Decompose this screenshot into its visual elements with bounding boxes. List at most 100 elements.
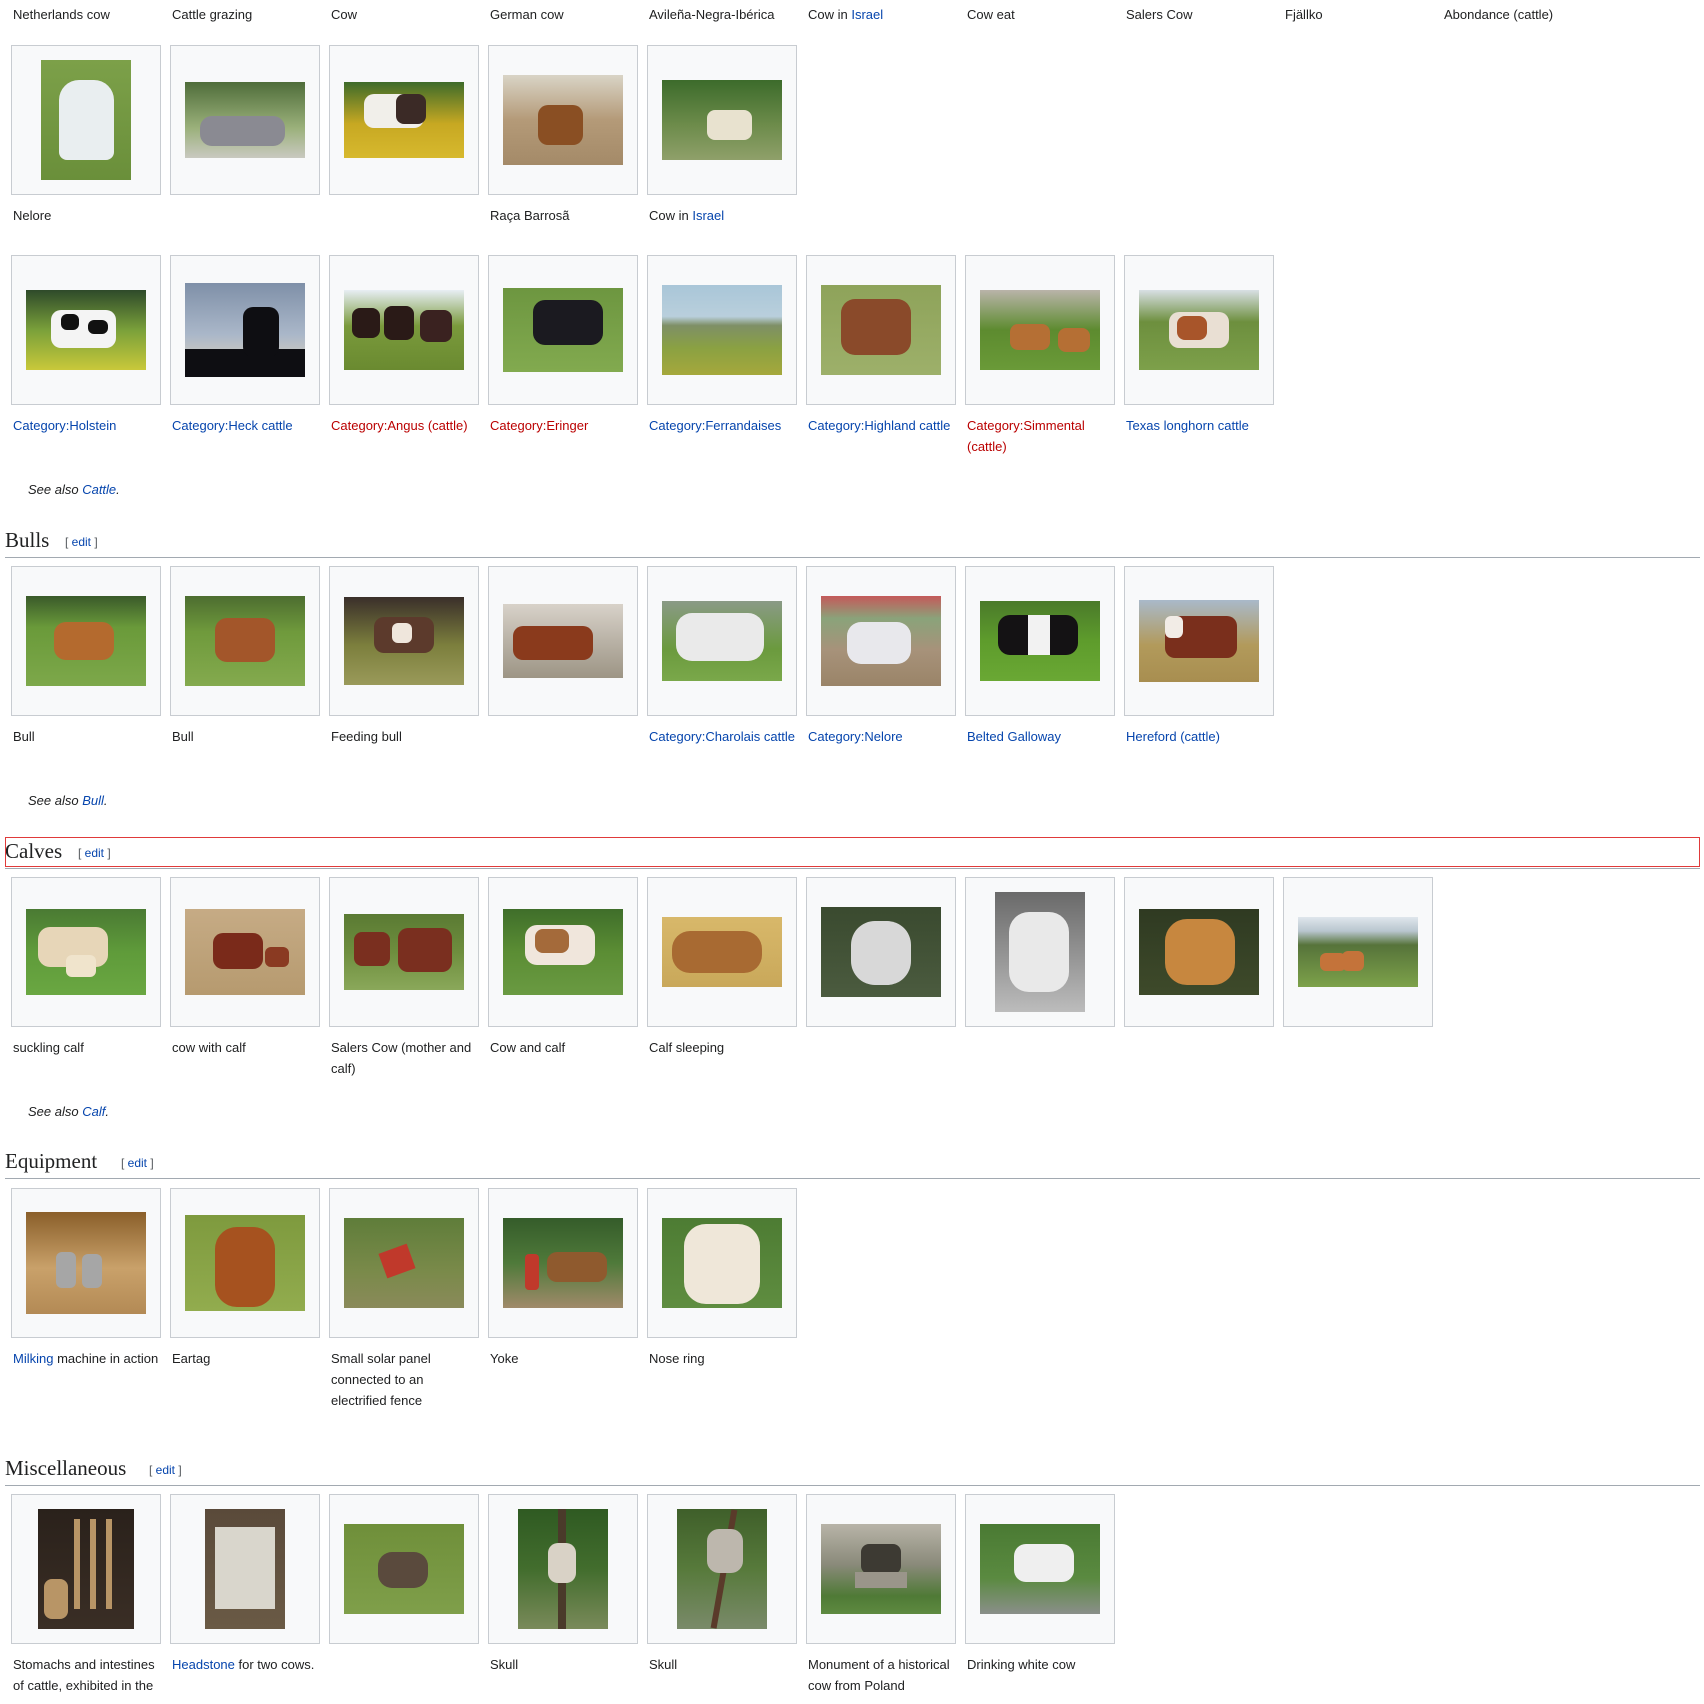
gallery-item[interactable] <box>806 566 956 716</box>
gallery-item[interactable] <box>965 877 1115 1027</box>
link-category-simmental[interactable]: Category:Simmental (cattle) <box>967 415 1115 457</box>
holstein-photo[interactable] <box>26 290 146 370</box>
cow-photo[interactable] <box>662 80 782 160</box>
cow-photo[interactable] <box>41 60 131 180</box>
gallery-item[interactable] <box>647 255 797 405</box>
gallery-item[interactable] <box>170 45 320 195</box>
monument-photo[interactable] <box>821 1524 941 1614</box>
calf-photo[interactable] <box>185 909 305 995</box>
gallery-item[interactable] <box>329 566 479 716</box>
feeding-bull-photo[interactable] <box>344 597 464 685</box>
bull-photo[interactable] <box>503 604 623 678</box>
gallery-item[interactable] <box>1124 255 1274 405</box>
gallery-item[interactable] <box>647 1188 797 1338</box>
gallery-item[interactable] <box>329 877 479 1027</box>
gallery-item[interactable] <box>329 255 479 405</box>
gallery-item[interactable] <box>806 255 956 405</box>
calf-photo[interactable] <box>995 892 1085 1012</box>
link-category-eringer[interactable]: Category:Eringer <box>490 415 638 436</box>
calf-photo[interactable] <box>1139 909 1259 995</box>
link-category-highland-cattle[interactable]: Category:Highland cattle <box>808 415 956 436</box>
headstone-photo[interactable] <box>205 1509 285 1629</box>
gallery-item[interactable] <box>488 566 638 716</box>
gallery-item[interactable] <box>11 255 161 405</box>
cow-photo[interactable] <box>185 82 305 158</box>
link-israel[interactable]: Israel <box>692 208 724 223</box>
link-calf[interactable]: Calf <box>82 1104 105 1119</box>
gallery-item[interactable] <box>170 255 320 405</box>
calf-photo[interactable] <box>26 909 146 995</box>
gallery-item[interactable] <box>647 45 797 195</box>
cow-photo[interactable] <box>503 75 623 165</box>
texas-longhorn-photo[interactable] <box>1139 290 1259 370</box>
link-category-heck-cattle[interactable]: Category:Heck cattle <box>172 415 320 436</box>
gallery-item[interactable] <box>647 566 797 716</box>
link-texas-longhorn[interactable]: Texas longhorn cattle <box>1126 415 1274 436</box>
link-milking[interactable]: Milking <box>13 1351 53 1366</box>
belted-galloway-photo[interactable] <box>980 601 1100 681</box>
gallery-item[interactable] <box>488 877 638 1027</box>
gallery-item[interactable] <box>11 566 161 716</box>
charolais-photo[interactable] <box>662 601 782 681</box>
gallery-item[interactable] <box>1124 877 1274 1027</box>
heck-cattle-photo[interactable] <box>185 283 305 377</box>
eringer-photo[interactable] <box>503 288 623 372</box>
calf-photo[interactable] <box>662 917 782 987</box>
edit-link[interactable]: edit <box>156 1463 175 1477</box>
highland-cattle-photo[interactable] <box>821 285 941 375</box>
hereford-photo[interactable] <box>1139 600 1259 682</box>
simmental-photo[interactable] <box>980 290 1100 370</box>
link-headstone[interactable]: Headstone <box>172 1657 235 1672</box>
gallery-item[interactable] <box>329 1494 479 1644</box>
gallery-item[interactable] <box>170 877 320 1027</box>
gallery-item[interactable] <box>647 1494 797 1644</box>
cow-dung-photo[interactable] <box>344 1524 464 1614</box>
edit-link[interactable]: edit <box>85 846 104 860</box>
eartag-photo[interactable] <box>185 1215 305 1311</box>
skull-photo[interactable] <box>518 1509 608 1629</box>
calf-photo[interactable] <box>344 914 464 990</box>
drinking-cow-photo[interactable] <box>980 1524 1100 1614</box>
gallery-item[interactable] <box>1283 877 1433 1027</box>
link-hereford[interactable]: Hereford (cattle) <box>1126 726 1274 747</box>
edit-link[interactable]: edit <box>72 535 91 549</box>
angus-photo[interactable] <box>344 290 464 370</box>
gallery-item[interactable] <box>329 1188 479 1338</box>
gallery-item[interactable] <box>488 1188 638 1338</box>
gallery-item[interactable] <box>806 1494 956 1644</box>
gallery-item[interactable] <box>170 1494 320 1644</box>
calf-photo[interactable] <box>821 907 941 997</box>
calf-photo[interactable] <box>1298 917 1418 987</box>
solar-panel-photo[interactable] <box>344 1218 464 1308</box>
gallery-item[interactable] <box>488 255 638 405</box>
link-category-ferrandaises[interactable]: Category:Ferrandaises <box>649 415 797 436</box>
link-israel[interactable]: Israel <box>851 7 883 22</box>
gallery-item[interactable] <box>11 1494 161 1644</box>
bull-photo[interactable] <box>26 596 146 686</box>
link-category-angus[interactable]: Category:Angus (cattle) <box>331 415 479 436</box>
nose-ring-photo[interactable] <box>662 1218 782 1308</box>
gallery-item[interactable] <box>1124 566 1274 716</box>
bull-photo[interactable] <box>185 596 305 686</box>
gallery-item[interactable] <box>11 1188 161 1338</box>
gallery-item[interactable] <box>965 1494 1115 1644</box>
link-category-holstein[interactable]: Category:Holstein <box>13 415 161 436</box>
gallery-item[interactable] <box>11 45 161 195</box>
link-category-nelore[interactable]: Category:Nelore <box>808 726 956 747</box>
gallery-item[interactable] <box>170 566 320 716</box>
milking-machine-photo[interactable] <box>26 1212 146 1314</box>
cow-photo[interactable] <box>344 82 464 158</box>
gallery-item[interactable] <box>11 877 161 1027</box>
gallery-item[interactable] <box>806 877 956 1027</box>
stomachs-photo[interactable] <box>38 1509 134 1629</box>
gallery-item[interactable] <box>329 45 479 195</box>
link-cattle[interactable]: Cattle <box>82 482 116 497</box>
ferrandaises-photo[interactable] <box>662 285 782 375</box>
link-belted-galloway[interactable]: Belted Galloway <box>967 726 1115 747</box>
gallery-item[interactable] <box>647 877 797 1027</box>
calf-photo[interactable] <box>503 909 623 995</box>
gallery-item[interactable] <box>488 45 638 195</box>
skull-photo[interactable] <box>677 1509 767 1629</box>
yoke-photo[interactable] <box>503 1218 623 1308</box>
gallery-item[interactable] <box>965 566 1115 716</box>
